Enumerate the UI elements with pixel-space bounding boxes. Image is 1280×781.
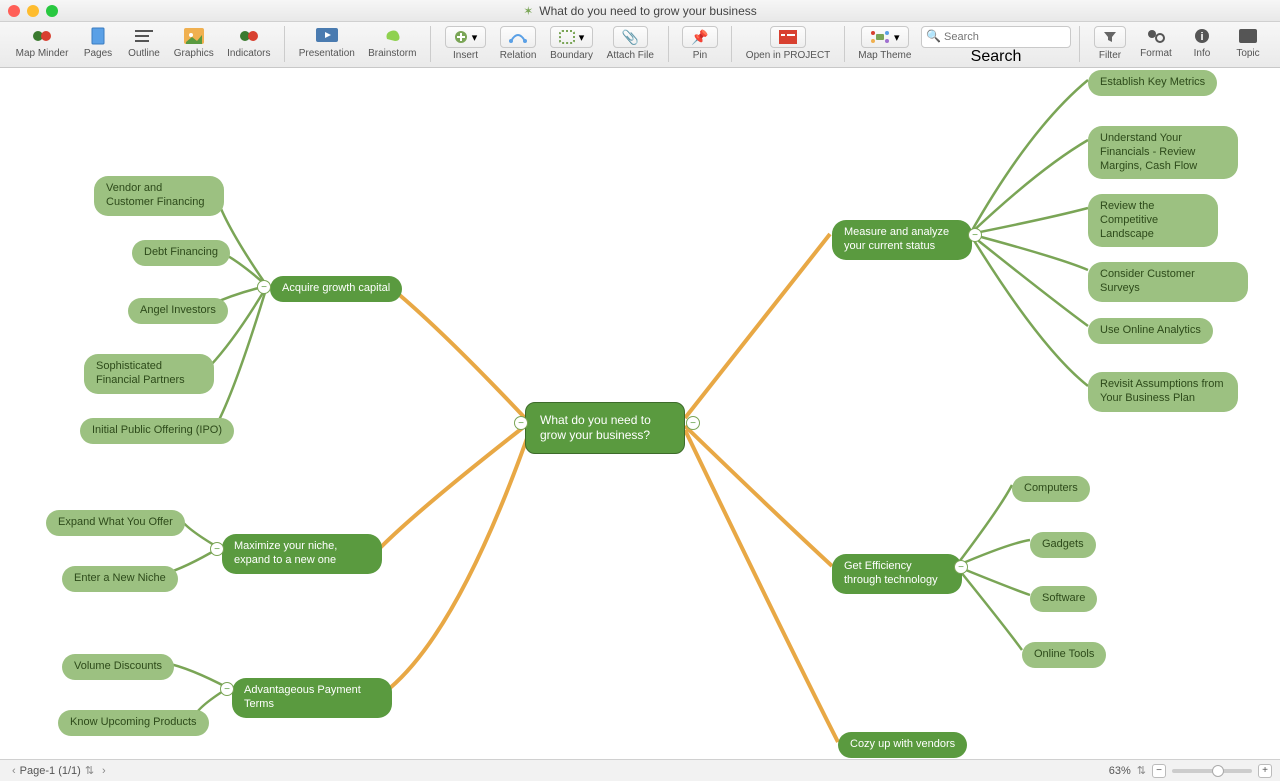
- info-button[interactable]: i Info: [1180, 26, 1224, 59]
- mindmap-canvas[interactable]: What do you need to grow your business? …: [0, 68, 1280, 759]
- search-icon: 🔍: [926, 29, 941, 43]
- theme-icon: [870, 30, 890, 44]
- search-input[interactable]: [921, 26, 1071, 48]
- topic-button[interactable]: Topic: [1226, 26, 1270, 59]
- leaf-node[interactable]: Know Upcoming Products: [58, 710, 209, 736]
- window-controls: [8, 5, 58, 17]
- collapse-toggle[interactable]: −: [210, 542, 224, 556]
- paperclip-icon: 📎: [622, 29, 639, 46]
- map-theme-button[interactable]: ▾ Map Theme: [853, 26, 917, 61]
- leaf-node[interactable]: Use Online Analytics: [1088, 318, 1213, 344]
- collapse-toggle[interactable]: −: [514, 416, 528, 430]
- leaf-node[interactable]: Initial Public Offering (IPO): [80, 418, 234, 444]
- leaf-node[interactable]: Understand Your Financials - Review Marg…: [1088, 126, 1238, 179]
- relation-icon: [509, 31, 527, 43]
- leaf-node[interactable]: Revisit Assumptions from Your Business P…: [1088, 372, 1238, 412]
- leaf-node[interactable]: Software: [1030, 586, 1097, 612]
- maximize-window-button[interactable]: [46, 5, 58, 17]
- brainstorm-icon: [383, 26, 401, 46]
- leaf-node[interactable]: Gadgets: [1030, 532, 1096, 558]
- toolbar: Map Minder Pages Outline Graphics Indica…: [0, 22, 1280, 68]
- indicators-button[interactable]: Indicators: [221, 26, 276, 59]
- map-minder-button[interactable]: Map Minder: [10, 26, 74, 59]
- boundary-button[interactable]: ▾ Boundary: [544, 26, 599, 61]
- pages-button[interactable]: Pages: [76, 26, 120, 59]
- outline-icon: [135, 26, 153, 46]
- window-title: ✶ What do you need to grow your business: [523, 4, 757, 18]
- boundary-icon: [559, 30, 575, 44]
- leaf-node[interactable]: Vendor and Customer Financing: [94, 176, 224, 216]
- pages-icon: [90, 26, 106, 46]
- next-page-button[interactable]: ›: [98, 765, 110, 777]
- attach-file-button[interactable]: 📎 Attach File: [601, 26, 660, 61]
- collapse-toggle[interactable]: −: [686, 416, 700, 430]
- leaf-node[interactable]: Consider Customer Surveys: [1088, 262, 1248, 302]
- leaf-node[interactable]: Volume Discounts: [62, 654, 174, 680]
- leaf-node[interactable]: Review the Competitive Landscape: [1088, 194, 1218, 247]
- zoom-slider[interactable]: [1172, 769, 1252, 773]
- page-stepper[interactable]: ⇅: [81, 764, 98, 777]
- outline-button[interactable]: Outline: [122, 26, 166, 59]
- branch-node[interactable]: Advantageous Payment Terms: [232, 678, 392, 718]
- branch-node[interactable]: Measure and analyze your current status: [832, 220, 972, 260]
- title-bar: ✶ What do you need to grow your business: [0, 0, 1280, 22]
- open-in-project-button[interactable]: Open in PROJECT: [740, 26, 835, 61]
- format-icon: [1147, 26, 1165, 46]
- minimize-window-button[interactable]: [27, 5, 39, 17]
- indicators-icon: [239, 26, 259, 46]
- brainstorm-button[interactable]: Brainstorm: [362, 26, 422, 59]
- zoom-out-button[interactable]: −: [1152, 764, 1166, 778]
- leaf-node[interactable]: Establish Key Metrics: [1088, 70, 1217, 96]
- collapse-toggle[interactable]: −: [954, 560, 968, 574]
- status-bar: ‹ Page-1 (1/1) ⇅ › 63% ⇅ − +: [0, 759, 1280, 781]
- relation-button[interactable]: Relation: [494, 26, 542, 61]
- pin-icon: 📌: [691, 29, 708, 46]
- branch-node[interactable]: Acquire growth capital: [270, 276, 402, 302]
- zoom-stepper[interactable]: ⇅: [1137, 764, 1146, 777]
- leaf-node[interactable]: Sophisticated Financial Partners: [84, 354, 214, 394]
- prev-page-button[interactable]: ‹: [8, 765, 20, 777]
- collapse-toggle[interactable]: −: [968, 228, 982, 242]
- insert-button[interactable]: ▾ Insert: [439, 26, 492, 61]
- presentation-button[interactable]: Presentation: [293, 26, 360, 59]
- zoom-level: 63%: [1109, 765, 1131, 777]
- topic-icon: [1239, 26, 1257, 46]
- map-minder-icon: [32, 26, 52, 46]
- page-indicator[interactable]: Page-1 (1/1): [20, 765, 81, 777]
- project-icon: [779, 30, 797, 44]
- leaf-node[interactable]: Enter a New Niche: [62, 566, 178, 592]
- chevron-down-icon: ▾: [894, 31, 900, 44]
- info-icon: i: [1194, 26, 1210, 46]
- branch-node[interactable]: Get Efficiency through technology: [832, 554, 962, 594]
- pin-button[interactable]: 📌 Pin: [677, 26, 724, 61]
- collapse-toggle[interactable]: −: [257, 280, 271, 294]
- leaf-node[interactable]: Debt Financing: [132, 240, 230, 266]
- chevron-down-icon: ▾: [472, 31, 478, 44]
- format-button[interactable]: Format: [1134, 26, 1178, 59]
- filter-button[interactable]: Filter: [1088, 26, 1132, 61]
- branch-node[interactable]: Cozy up with vendors: [838, 732, 967, 758]
- leaf-node[interactable]: Expand What You Offer: [46, 510, 185, 536]
- leaf-node[interactable]: Online Tools: [1022, 642, 1106, 668]
- presentation-icon: [316, 26, 338, 46]
- branch-node[interactable]: Maximize your niche, expand to a new one: [222, 534, 382, 574]
- close-window-button[interactable]: [8, 5, 20, 17]
- graphics-icon: [184, 26, 204, 46]
- svg-text:i: i: [1200, 31, 1203, 43]
- leaf-node[interactable]: Angel Investors: [128, 298, 228, 324]
- collapse-toggle[interactable]: −: [220, 682, 234, 696]
- zoom-in-button[interactable]: +: [1258, 764, 1272, 778]
- chevron-down-icon: ▾: [579, 31, 585, 44]
- search-label: Search: [971, 48, 1022, 66]
- leaf-node[interactable]: Computers: [1012, 476, 1090, 502]
- filter-icon: [1103, 31, 1117, 43]
- graphics-button[interactable]: Graphics: [168, 26, 219, 59]
- central-topic[interactable]: What do you need to grow your business?: [525, 402, 685, 454]
- insert-icon: [454, 30, 468, 44]
